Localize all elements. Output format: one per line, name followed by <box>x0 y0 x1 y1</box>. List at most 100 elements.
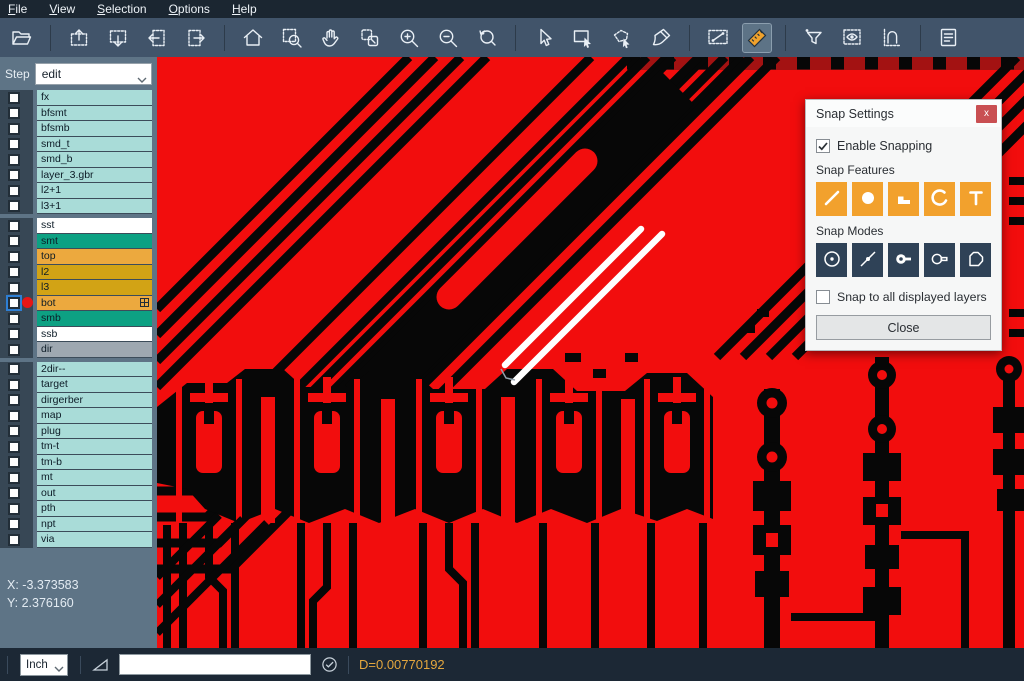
enable-snapping-row[interactable]: Enable Snapping <box>816 139 991 153</box>
view-box-button[interactable] <box>839 24 867 52</box>
layer-name[interactable]: bot <box>37 296 152 312</box>
snap-pad-exit-button[interactable] <box>924 243 955 277</box>
shift-down-button[interactable] <box>104 24 132 52</box>
layer-visibility-checkbox[interactable] <box>8 410 20 422</box>
layer-visibility-checkbox[interactable] <box>8 328 20 340</box>
layer-visibility-checkbox[interactable] <box>8 138 20 150</box>
layer-visibility-checkbox[interactable] <box>8 200 20 212</box>
layer-name[interactable]: smt <box>37 234 152 250</box>
step-select[interactable]: edit <box>35 63 152 85</box>
layer-name[interactable]: l2+1 <box>37 183 152 199</box>
report-button[interactable] <box>935 24 963 52</box>
layer-grid-icon[interactable] <box>140 298 149 307</box>
snap-pad-entry-button[interactable] <box>888 243 919 277</box>
close-button[interactable]: Close <box>816 315 991 340</box>
layer-visibility-checkbox[interactable] <box>8 379 20 391</box>
dialog-title-bar[interactable]: Snap Settings x <box>806 100 1001 127</box>
layer-visibility-checkbox[interactable] <box>8 472 20 484</box>
enable-snapping-checkbox[interactable] <box>816 139 830 153</box>
layer-visibility-checkbox[interactable] <box>8 107 20 119</box>
layer-visibility-checkbox[interactable] <box>8 425 20 437</box>
pad-feature-button[interactable] <box>852 182 883 216</box>
layer-name[interactable]: smd_b <box>37 152 152 168</box>
snap-center-button[interactable] <box>816 243 847 277</box>
layer-visibility-checkbox[interactable] <box>8 297 20 309</box>
layer-name[interactable]: dir <box>37 342 152 358</box>
shift-left-button[interactable] <box>143 24 171 52</box>
layer-name[interactable]: fx <box>37 90 152 106</box>
zoom-previous-button[interactable] <box>473 24 501 52</box>
layer-name[interactable]: bfsmt <box>37 106 152 122</box>
layer-visibility-checkbox[interactable] <box>8 92 20 104</box>
select-cursor-button[interactable] <box>530 24 558 52</box>
layer-name[interactable]: ssb <box>37 327 152 343</box>
move-object-button[interactable] <box>356 24 384 52</box>
layer-visibility-checkbox[interactable] <box>8 313 20 325</box>
layer-name[interactable]: dirgerber <box>37 393 152 409</box>
layer-name[interactable]: l2 <box>37 265 152 281</box>
dialog-close-icon[interactable]: x <box>976 105 997 123</box>
layer-visibility-checkbox[interactable] <box>8 154 20 166</box>
zoom-out-button[interactable] <box>434 24 462 52</box>
clean-button[interactable] <box>647 24 675 52</box>
layer-name[interactable]: plug <box>37 424 152 440</box>
layer-name[interactable]: map <box>37 408 152 424</box>
layer-name[interactable]: out <box>37 486 152 502</box>
layer-visibility-checkbox[interactable] <box>8 282 20 294</box>
layer-name[interactable]: layer_3.gbr <box>37 168 152 184</box>
layer-name[interactable]: l3 <box>37 280 152 296</box>
layer-visibility-checkbox[interactable] <box>8 251 20 263</box>
all-layers-checkbox[interactable] <box>816 290 830 304</box>
open-folder-button[interactable] <box>8 24 36 52</box>
layer-visibility-checkbox[interactable] <box>8 487 20 499</box>
layer-name[interactable]: smb <box>37 311 152 327</box>
select-polygon-button[interactable] <box>608 24 636 52</box>
ruler-button[interactable] <box>743 24 771 52</box>
zoom-area-button[interactable] <box>278 24 306 52</box>
unit-select[interactable]: Inch <box>20 654 68 676</box>
layer-visibility-checkbox[interactable] <box>8 456 20 468</box>
layer-name[interactable]: tm-b <box>37 455 152 471</box>
layer-visibility-checkbox[interactable] <box>8 518 20 530</box>
layer-visibility-checkbox[interactable] <box>8 441 20 453</box>
layer-name[interactable]: target <box>37 377 152 393</box>
layer-visibility-checkbox[interactable] <box>8 235 20 247</box>
shift-right-button[interactable] <box>182 24 210 52</box>
layer-name[interactable]: 2dir-- <box>37 362 152 378</box>
angle-measure-icon[interactable] <box>91 656 109 673</box>
pan-button[interactable] <box>317 24 345 52</box>
layer-visibility-checkbox[interactable] <box>8 344 20 356</box>
menu-view[interactable]: View <box>49 2 75 16</box>
menu-file[interactable]: File <box>8 2 27 16</box>
measure-path-button[interactable] <box>878 24 906 52</box>
layer-visibility-checkbox[interactable] <box>8 169 20 181</box>
layer-visibility-checkbox[interactable] <box>8 394 20 406</box>
all-layers-row[interactable]: Snap to all displayed layers <box>816 290 991 304</box>
apply-check-icon[interactable] <box>321 656 338 673</box>
layer-name[interactable]: bfsmb <box>37 121 152 137</box>
measure-distance-button[interactable] <box>704 24 732 52</box>
layer-name[interactable]: smd_t <box>37 137 152 153</box>
line-feature-button[interactable] <box>816 182 847 216</box>
menu-selection[interactable]: Selection <box>97 2 146 16</box>
layer-visibility-checkbox[interactable] <box>8 266 20 278</box>
menu-options[interactable]: Options <box>169 2 210 16</box>
layer-visibility-checkbox[interactable] <box>8 220 20 232</box>
filter-button[interactable] <box>800 24 828 52</box>
layer-name[interactable]: tm-t <box>37 439 152 455</box>
layer-name[interactable]: pth <box>37 501 152 517</box>
layer-name[interactable]: sst <box>37 218 152 234</box>
measure-input[interactable] <box>119 654 311 675</box>
layer-name[interactable]: npt <box>37 517 152 533</box>
layer-visibility-checkbox[interactable] <box>8 503 20 515</box>
zoom-in-button[interactable] <box>395 24 423 52</box>
shift-up-button[interactable] <box>65 24 93 52</box>
layer-visibility-checkbox[interactable] <box>8 363 20 375</box>
select-rect-button[interactable] <box>569 24 597 52</box>
layer-name[interactable]: via <box>37 532 152 548</box>
layer-name[interactable]: mt <box>37 470 152 486</box>
arc-feature-button[interactable] <box>924 182 955 216</box>
layer-visibility-checkbox[interactable] <box>8 534 20 546</box>
layer-visibility-checkbox[interactable] <box>8 123 20 135</box>
layer-name[interactable]: top <box>37 249 152 265</box>
